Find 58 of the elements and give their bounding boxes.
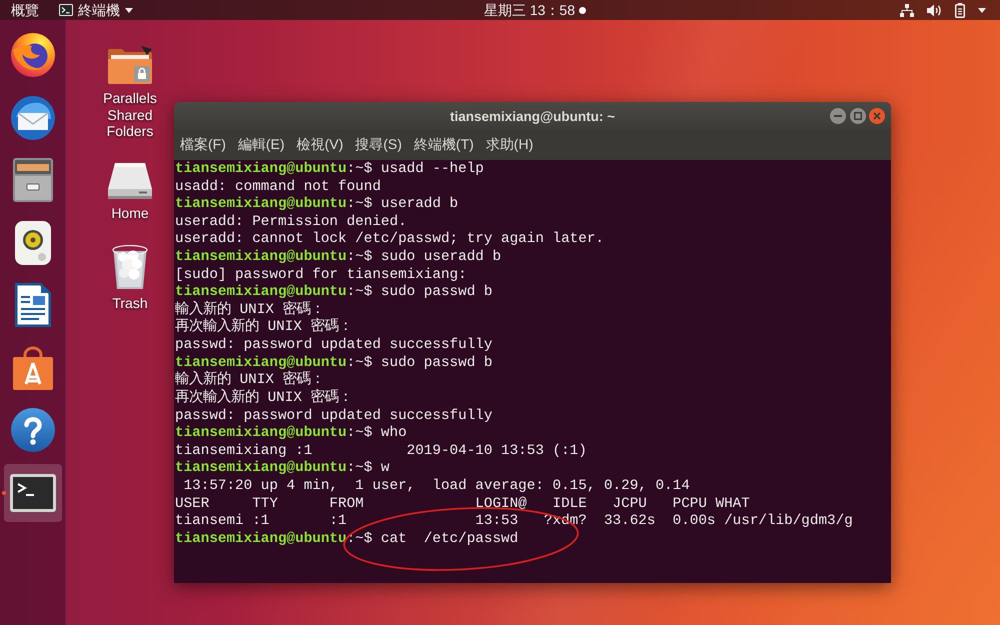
caret-icon <box>125 8 133 12</box>
menu-item[interactable]: 終端機(T) <box>408 132 480 158</box>
menu-item[interactable]: 搜尋(S) <box>349 132 408 158</box>
help-icon <box>10 408 54 452</box>
folder-icon <box>108 46 152 84</box>
terminal-line: [sudo] password for tiansemixiang: <box>175 266 467 284</box>
speaker-icon <box>14 220 50 264</box>
document-icon <box>14 283 50 327</box>
terminal-line: tiansemixiang@ubuntu:~$ who <box>175 425 407 443</box>
envelope-icon <box>10 96 54 140</box>
terminal-line: passwd: password updated successfully <box>175 337 492 355</box>
menu-item[interactable]: 求助(H) <box>480 132 540 158</box>
terminal-icon <box>10 474 56 512</box>
shopping-bag-icon <box>12 346 52 390</box>
terminal-line: tiansemixiang@ubuntu:~$ sudo passwd b <box>175 284 492 300</box>
desktop-shortcut[interactable]: Trash <box>88 245 172 312</box>
maximize-button[interactable] <box>850 108 866 124</box>
battery-icon <box>955 2 965 18</box>
terminal-line: 再次輸入新的 UNIX 密碼： <box>175 319 352 338</box>
close-button[interactable] <box>869 108 885 124</box>
minimize-button[interactable] <box>830 108 846 124</box>
trash-icon <box>112 245 148 289</box>
dock-item[interactable] <box>4 464 62 522</box>
caret-icon <box>978 8 986 12</box>
window-title: tiansemixiang@ubuntu: ~ <box>450 108 616 124</box>
terminal-icon <box>59 4 73 16</box>
terminal-line: tiansemixiang@ubuntu:~$ sudo passwd b <box>175 354 492 371</box>
menu-item[interactable]: 編輯(E) <box>232 132 291 158</box>
terminal-line: 輸入新的 UNIX 密碼： <box>175 302 324 318</box>
clock-button[interactable]: 星期三 13：58 <box>478 0 592 20</box>
terminal-line: 輸入新的 UNIX 密碼： <box>175 372 324 388</box>
menu-item[interactable]: 檢視(V) <box>290 132 350 158</box>
terminal-line: tiansemixiang :1 2019-04-10 13:53 (:1) <box>175 442 587 460</box>
activities-button[interactable]: 概覽 <box>5 0 45 20</box>
desktop-shortcut[interactable]: Parallels Shared Folders <box>88 46 172 140</box>
terminal-line: 再次輸入新的 UNIX 密碼： <box>175 390 352 408</box>
terminal-line: tiansemixiang@ubuntu:~$ cat /etc/passwd <box>175 530 518 548</box>
terminal-line: 13:57:20 up 4 min, 1 user, load average: 0.15, 0.29, 0.14 <box>182 478 690 496</box>
square-icon <box>854 112 862 120</box>
volume-icon <box>927 4 942 16</box>
file-cabinet-icon <box>12 158 52 202</box>
terminal-line: USER TTY FROM LOGIN@ IDLE JCPU PCPU WHAT <box>175 496 750 514</box>
terminal-line: tiansemixiang@ubuntu:~$ useradd b <box>175 196 458 214</box>
app-menu-button[interactable]: 終端機 <box>53 0 139 20</box>
terminal-line: tiansemixiang@ubuntu:~$ usadd --help <box>175 161 484 179</box>
terminal-line: passwd: password updated successfully <box>175 408 492 426</box>
terminal-line: tiansemixiang@ubuntu:~$ sudo useradd b <box>175 249 502 267</box>
minus-icon <box>834 115 842 117</box>
drive-icon <box>108 163 152 199</box>
globe-icon <box>10 33 54 77</box>
terminal-line: usadd: command not found <box>175 178 381 196</box>
desktop-shortcut[interactable]: Home <box>88 163 172 222</box>
network-icon <box>900 4 914 16</box>
terminal-line: useradd: Permission denied. <box>175 214 407 232</box>
close-icon <box>873 112 881 120</box>
terminal-line: tiansemixiang@ubuntu:~$ w <box>175 460 390 478</box>
menu-item[interactable]: 檔案(F) <box>174 132 232 158</box>
terminal-line: useradd: cannot lock /etc/passwd; try again later. <box>175 231 604 250</box>
